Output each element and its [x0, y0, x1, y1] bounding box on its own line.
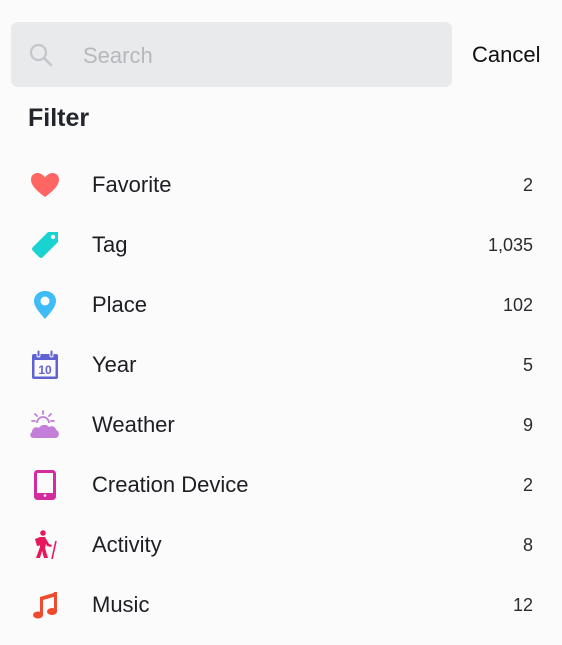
filter-list: Favorite 2 Tag 1,035 Place 102 10 Year 5: [0, 155, 562, 635]
svg-text:10: 10: [38, 363, 52, 377]
filter-item-activity[interactable]: Activity 8: [0, 515, 562, 575]
tablet-icon: [34, 470, 56, 500]
filter-item-count: 102: [502, 295, 533, 315]
filter-item-count: 1,035: [487, 235, 533, 255]
filter-item-label: Music: [92, 592, 150, 617]
search-bar: Cancel: [11, 22, 552, 89]
calendar-icon: 10: [32, 349, 58, 379]
heart-icon: [31, 173, 59, 197]
filter-item-count: 8: [522, 535, 533, 555]
filter-item-year[interactable]: 10 Year 5: [0, 335, 562, 395]
music-note-icon: [33, 592, 57, 619]
tag-icon: [32, 232, 58, 258]
filter-item-label: Creation Device: [92, 472, 249, 497]
search-icon: [29, 43, 53, 67]
filter-item-count: 9: [522, 415, 533, 435]
search-input[interactable]: [81, 22, 445, 89]
filter-item-weather[interactable]: Weather 9: [0, 395, 562, 455]
filter-item-count: 12: [512, 595, 533, 615]
filter-item-creation-device[interactable]: Creation Device 2: [0, 455, 562, 515]
filter-item-count: 2: [522, 475, 533, 495]
filter-item-label: Weather: [92, 412, 175, 437]
filter-item-label: Favorite: [92, 172, 172, 197]
weather-icon: [30, 410, 59, 438]
filter-item-label: Place: [92, 292, 148, 317]
filter-item-tag[interactable]: Tag 1,035: [0, 215, 562, 275]
filter-heading: Filter: [28, 104, 90, 132]
filter-item-place[interactable]: Place 102: [0, 275, 562, 335]
hiking-icon: [35, 530, 57, 560]
filter-item-music[interactable]: Music 12: [0, 575, 562, 635]
map-pin-icon: [34, 291, 56, 319]
filter-item-label: Tag: [92, 232, 128, 257]
filter-item-count: 5: [522, 355, 533, 375]
filter-item-favorite[interactable]: Favorite 2: [0, 155, 562, 215]
filter-item-label: Activity: [92, 532, 162, 557]
cancel-button[interactable]: Cancel: [472, 22, 540, 87]
filter-item-count: 2: [522, 175, 533, 195]
search-field[interactable]: [11, 22, 452, 89]
filter-item-label: Year: [92, 352, 137, 377]
